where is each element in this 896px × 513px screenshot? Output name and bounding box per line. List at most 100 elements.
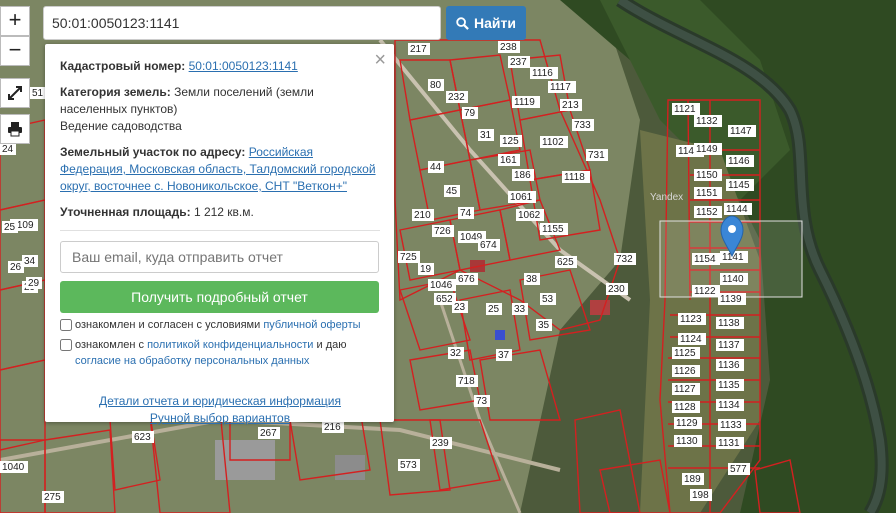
land-category-label: Категория земель: <box>60 85 171 99</box>
plot-label: 73 <box>476 396 488 407</box>
search-button-label: Найти <box>474 15 516 31</box>
report-details-link[interactable]: Детали отчета и юридическая информация <box>60 393 380 410</box>
fullscreen-button[interactable] <box>0 78 30 108</box>
plot-label: 1125 <box>674 348 696 359</box>
bottom-links: Детали отчета и юридическая информация Р… <box>60 393 380 427</box>
plot-label: 1133 <box>720 420 742 431</box>
offer-consent-row: ознакомлен и согласен с условиями публич… <box>60 317 380 333</box>
plot-label: 1061 <box>510 192 533 203</box>
plot-label: 53 <box>542 294 554 305</box>
land-category-row: Категория земель: Земли поселений (земли… <box>60 84 380 135</box>
plot-label: 718 <box>458 376 475 387</box>
plot-label: 29 <box>28 278 40 289</box>
plot-label: 725 <box>400 252 417 263</box>
plot-label: 23 <box>454 302 466 313</box>
plot-label: 1151 <box>696 188 718 199</box>
plot-label: 573 <box>400 460 417 471</box>
plot-label: 37 <box>498 350 510 361</box>
plot-label: 239 <box>432 438 449 449</box>
offer-consent-text: ознакомлен и согласен с условиями <box>75 319 261 331</box>
plot-label: 33 <box>514 304 526 315</box>
address-row: Земельный участок по адресу: Российская … <box>60 144 380 195</box>
offer-consent-checkbox[interactable] <box>60 319 72 331</box>
plot-label: 1131 <box>718 438 740 449</box>
parcel-info-popup: × Кадастровый номер: 50:01:0050123:1141 … <box>45 44 394 425</box>
print-button[interactable] <box>0 114 30 144</box>
cadastral-number-row: Кадастровый номер: 50:01:0050123:1141 <box>60 58 380 75</box>
plot-label: 125 <box>502 136 519 147</box>
plot-label: 1150 <box>696 170 718 181</box>
search-icon <box>456 16 469 30</box>
zoom-in-button[interactable]: + <box>0 6 30 36</box>
plot-label: 1134 <box>718 400 740 411</box>
plot-label: 26 <box>10 262 22 273</box>
plot-label: 213 <box>562 100 579 111</box>
plot-label: 186 <box>514 170 531 181</box>
plot-label: 198 <box>692 490 709 501</box>
plot-label: 625 <box>557 257 574 268</box>
plot-label: 267 <box>260 428 277 439</box>
plot-label: 210 <box>414 210 431 221</box>
plot-label: 51 <box>32 88 44 99</box>
cadastral-number-link[interactable]: 50:01:0050123:1141 <box>189 59 298 73</box>
manual-selection-link[interactable]: Ручной выбор вариантов <box>60 410 380 427</box>
plot-label: 1140 <box>722 274 744 285</box>
address-label: Земельный участок по адресу: <box>60 145 246 159</box>
plot-label: 38 <box>526 274 538 285</box>
plot-label: 1116 <box>532 68 553 79</box>
plot-label: 230 <box>608 284 625 295</box>
plot-label: 1123 <box>680 314 702 325</box>
plot-label: 1040 <box>2 462 25 473</box>
privacy-consent-checkbox[interactable] <box>60 339 72 351</box>
plot-label: 577 <box>730 464 747 475</box>
plot-label: 623 <box>134 432 151 443</box>
plot-label: 275 <box>44 492 61 503</box>
cadastral-search-input[interactable] <box>43 6 441 40</box>
plot-label: 1137 <box>718 340 740 351</box>
public-offer-link[interactable]: публичной оферты <box>263 319 360 331</box>
privacy-policy-link[interactable]: политикой конфиденциальности <box>147 339 313 351</box>
plot-label: 1135 <box>718 380 740 391</box>
plot-label: 1145 <box>728 180 750 191</box>
plot-label: 1147 <box>730 126 752 137</box>
plot-label: 1138 <box>718 318 740 329</box>
plot-label: 1126 <box>674 366 696 377</box>
plot-label: 1139 <box>720 294 742 305</box>
area-row: Уточненная площадь: 1 212 кв.м. <box>60 204 380 221</box>
plot-label: 1149 <box>696 144 718 155</box>
divider <box>60 230 380 231</box>
plot-label: 1129 <box>676 418 698 429</box>
email-field[interactable] <box>60 241 379 273</box>
search-button[interactable]: Найти <box>446 6 526 40</box>
plot-label: 1152 <box>696 207 718 218</box>
plot-label: 19 <box>420 264 432 275</box>
plot-label: 217 <box>410 44 427 55</box>
privacy-consent-text: ознакомлен с <box>75 339 145 351</box>
plot-label: 652 <box>436 294 453 305</box>
plot-label: 674 <box>480 240 497 251</box>
area-value: 1 212 кв.м. <box>193 205 254 219</box>
plot-label: 1062 <box>518 210 541 221</box>
plot-label: 232 <box>448 92 465 103</box>
area-label: Уточненная площадь: <box>60 205 191 219</box>
close-icon[interactable]: × <box>374 50 386 70</box>
zoom-out-button[interactable]: − <box>0 36 30 66</box>
plot-label: 1127 <box>674 384 696 395</box>
plot-label: 32 <box>450 348 462 359</box>
plot-label: 238 <box>500 42 517 53</box>
get-report-button[interactable]: Получить подробный отчет <box>60 281 379 313</box>
privacy-consent-row: ознакомлен с политикой конфиденциальност… <box>60 337 380 369</box>
plot-label: 189 <box>684 474 701 485</box>
plot-label: 1117 <box>550 82 571 93</box>
plot-label: 1102 <box>542 137 564 148</box>
plot-label: 1124 <box>680 334 702 345</box>
plot-label: 1144 <box>726 204 748 215</box>
plot-label: 34 <box>24 256 36 267</box>
plot-label: 1155 <box>542 224 564 235</box>
plot-label: 1136 <box>718 360 740 371</box>
plot-label: 1128 <box>674 402 696 413</box>
personal-data-consent-link[interactable]: согласие на обработку персональных данны… <box>75 355 309 367</box>
cadastral-number-label: Кадастровый номер: <box>60 59 186 73</box>
land-usage-value: Ведение садоводства <box>60 119 182 133</box>
plot-label: 1146 <box>728 156 750 167</box>
